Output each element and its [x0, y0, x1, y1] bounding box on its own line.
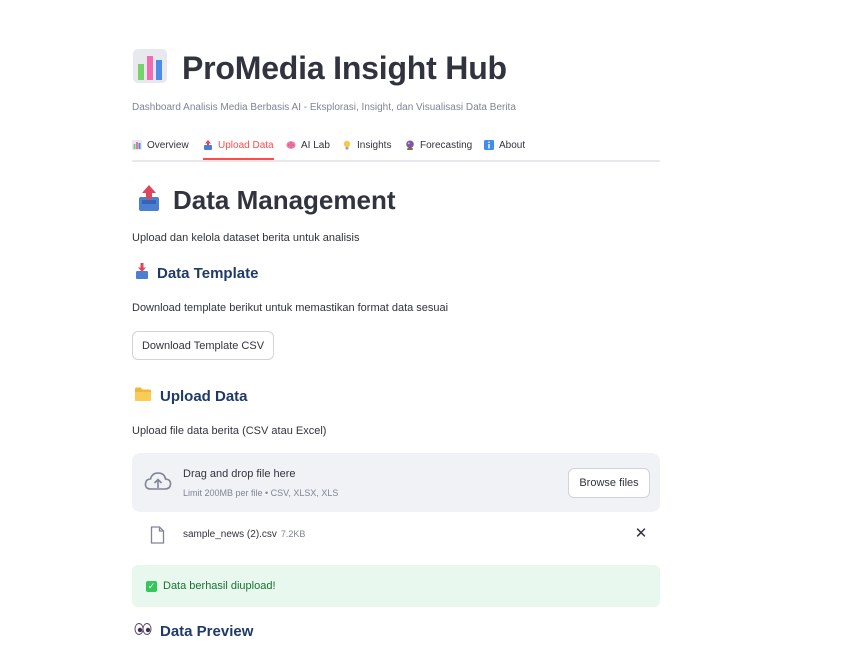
app-title: ProMedia Insight Hub: [132, 48, 507, 89]
remove-file-close-icon[interactable]: ✕: [634, 526, 648, 541]
tab-ai-lab[interactable]: AI Lab: [286, 132, 330, 158]
upload-data-heading: Upload Data: [132, 386, 248, 407]
uploaded-file-name: sample_news (2).csv: [183, 529, 277, 540]
tab-about[interactable]: About: [484, 132, 525, 158]
upload-tray-icon: [203, 140, 213, 150]
uploaded-file-size: 7.2KB: [280, 529, 306, 539]
success-message: Data berhasil diupload!: [163, 580, 276, 592]
file-icon: [150, 526, 165, 549]
app-subtitle: Dashboard Analisis Media Berbasis AI - E…: [132, 102, 516, 113]
tab-label: Forecasting: [420, 139, 473, 151]
tab-insights[interactable]: Insights: [342, 132, 391, 158]
tab-label: Insights: [357, 139, 392, 151]
file-dropzone[interactable]: Drag and drop file here Limit 200MB per …: [132, 453, 660, 512]
page-description: Upload dan kelola dataset berita untuk a…: [132, 232, 360, 244]
uploaded-file-name-wrap: sample_news (2).csv 7.2KB: [183, 529, 305, 540]
data-preview-heading: Data Preview: [132, 622, 253, 641]
page-title: Data Management: [132, 184, 396, 217]
data-template-heading: Data Template: [132, 263, 258, 284]
tab-upload-data[interactable]: Upload Data: [203, 132, 274, 160]
upload-data-description: Upload file data berita (CSV atau Excel): [132, 425, 327, 437]
download-tray-icon: [135, 263, 149, 284]
brain-icon: [286, 140, 296, 150]
browse-files-button[interactable]: Browse files: [568, 468, 650, 498]
page-title-text: Data Management: [173, 185, 396, 215]
bar-chart-icon: [132, 140, 142, 150]
data-template-heading-text: Data Template: [157, 265, 259, 282]
lightbulb-icon: [342, 140, 352, 150]
data-template-description: Download template berikut untuk memastik…: [132, 302, 449, 314]
bar-chart-icon: [132, 48, 168, 89]
download-template-button[interactable]: Download Template CSV: [132, 331, 274, 360]
tab-forecasting[interactable]: Forecasting: [405, 132, 472, 158]
folder-icon: [134, 386, 152, 407]
eyes-icon: [134, 622, 152, 641]
uploaded-file-row: sample_news (2).csv 7.2KB ✕: [132, 520, 660, 552]
tab-label: AI Lab: [301, 139, 330, 151]
tab-label: Upload Data: [218, 139, 274, 151]
dropzone-title: Drag and drop file here: [183, 468, 296, 480]
data-preview-heading-text: Data Preview: [160, 623, 254, 640]
upload-tray-icon: [137, 184, 161, 217]
crystal-ball-icon: [405, 140, 415, 150]
success-alert: ✓ Data berhasil diupload!: [132, 565, 660, 607]
tab-overview[interactable]: Overview: [132, 132, 189, 158]
check-icon: ✓: [146, 580, 157, 592]
dropzone-limit: Limit 200MB per file • CSV, XLSX, XLS: [183, 488, 339, 498]
tab-label: Overview: [147, 139, 189, 151]
tab-bar: Overview Upload Data AI Lab Insights For…: [132, 132, 660, 162]
upload-data-heading-text: Upload Data: [160, 388, 248, 405]
info-icon: [484, 140, 494, 150]
cloud-upload-icon: [144, 471, 172, 498]
tab-label: About: [499, 139, 526, 151]
app-title-text: ProMedia Insight Hub: [182, 50, 507, 86]
